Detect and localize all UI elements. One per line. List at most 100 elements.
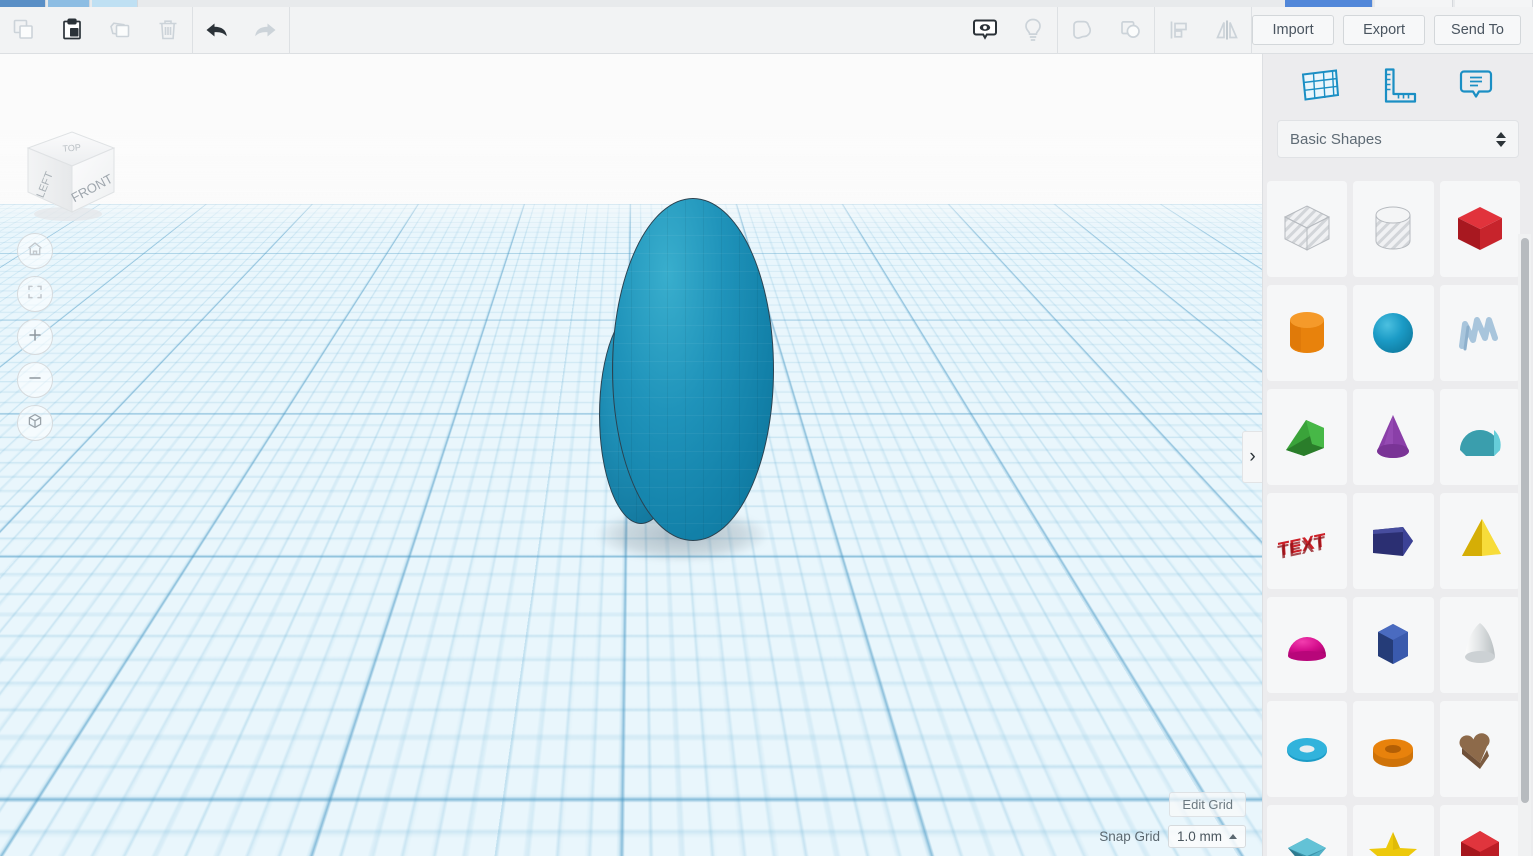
snap-grid-select[interactable]: 1.0 mm (1167, 825, 1246, 848)
edit-tool-group (0, 6, 193, 54)
export-button[interactable]: Export (1343, 15, 1426, 45)
chevron-updown-icon (1496, 131, 1506, 147)
panel-tab-bar (1263, 54, 1533, 120)
copy-button[interactable] (0, 7, 48, 54)
projection-toggle-button[interactable] (17, 405, 53, 441)
group-tool-group (1058, 6, 1156, 54)
shape-wedge-navy[interactable] (1353, 493, 1434, 589)
snap-grid-row: Snap Grid 1.0 mm (1099, 825, 1246, 848)
shape-text-red[interactable]: TEXT TEXT (1267, 493, 1348, 589)
shape-polyhedron-red[interactable] (1439, 805, 1520, 856)
shape-torus-blue[interactable] (1267, 701, 1348, 797)
shape-sphere-blue[interactable] (1353, 285, 1434, 381)
view-cube[interactable]: TOP LEFT FRONT (16, 124, 120, 226)
mesh-facets (613, 199, 773, 540)
collapse-panel-button[interactable]: › (1242, 431, 1262, 483)
panel-scrollbar-thumb[interactable] (1521, 238, 1529, 803)
mirror-icon (1213, 17, 1241, 43)
shape-cylinder-hole[interactable] (1353, 181, 1434, 277)
workplane-grid (0, 54, 1262, 204)
paste-icon (59, 17, 85, 43)
group-button[interactable] (1058, 7, 1106, 54)
shape-heart-brown[interactable] (1439, 701, 1520, 797)
home-icon (26, 240, 44, 263)
viewcube-top-label: TOP (62, 142, 81, 154)
duplicate-icon (107, 17, 133, 43)
shape-category-value: Basic Shapes (1290, 130, 1382, 148)
navigation-buttons (17, 233, 53, 441)
viewport-canvas[interactable]: TOP LEFT FRONT Edit Grid Snap Grid 1.0 m… (0, 54, 1262, 856)
snap-grid-value: 1.0 mm (1176, 829, 1222, 844)
panel-tab-notes[interactable] (1450, 64, 1502, 110)
shape-tube-orange[interactable] (1353, 701, 1434, 797)
undo-button[interactable] (193, 7, 241, 54)
shape-roof-green[interactable] (1267, 389, 1348, 485)
show-hide-button[interactable] (961, 7, 1009, 54)
tinkercad-editor: Import Export Send To TOP LEFT FRONT Edi… (0, 0, 1533, 856)
shape-grid: TEXT TEXT (1263, 175, 1533, 856)
shape-hexprism-blue[interactable] (1353, 597, 1434, 693)
plus-icon (26, 326, 44, 349)
shape-halfsphere-pink[interactable] (1267, 597, 1348, 693)
align-button[interactable] (1155, 7, 1203, 54)
ruler-icon (1376, 65, 1420, 110)
shape-paraboloid-white[interactable] (1439, 597, 1520, 693)
shape-scribble[interactable] (1439, 285, 1520, 381)
browser-tab[interactable] (1375, 0, 1453, 7)
shapes-panel: Basic Shapes TEXT TEXT (1262, 54, 1533, 856)
duplicate-button[interactable] (96, 7, 144, 54)
ellipsoid-large[interactable] (612, 198, 774, 541)
copy-icon (11, 17, 37, 43)
history-tool-group (193, 6, 290, 54)
ungroup-shapes-icon (1116, 16, 1144, 44)
import-button[interactable]: Import (1252, 15, 1335, 45)
mirror-button[interactable] (1203, 7, 1251, 54)
minus-icon (26, 369, 44, 392)
shape-cone-purple[interactable] (1353, 389, 1434, 485)
paste-button[interactable] (48, 7, 96, 54)
shape-cylinder-orange[interactable] (1267, 285, 1348, 381)
shape-category-select[interactable]: Basic Shapes (1277, 120, 1519, 158)
light-button[interactable] (1009, 7, 1057, 54)
zoom-out-button[interactable] (17, 362, 53, 398)
fit-view-button[interactable] (17, 276, 53, 312)
shape-pyramid-yellow[interactable] (1439, 493, 1520, 589)
delete-button[interactable] (144, 7, 192, 54)
browser-tab[interactable] (1285, 0, 1373, 7)
arrange-tool-group (1155, 6, 1253, 54)
browser-tab[interactable] (1455, 0, 1533, 7)
grid-controls: Edit Grid Snap Grid 1.0 mm (1099, 792, 1246, 848)
panel-scrollbar[interactable] (1518, 234, 1531, 856)
workplane-grid-icon (1298, 65, 1342, 110)
ungroup-button[interactable] (1106, 7, 1154, 54)
shape-star-yellow[interactable] (1353, 805, 1434, 856)
align-icon (1166, 17, 1192, 43)
shape-box-hole[interactable] (1267, 181, 1348, 277)
shape-category-wrap: Basic Shapes (1263, 120, 1533, 158)
view-tool-group (961, 6, 1059, 54)
redo-button[interactable] (241, 7, 289, 54)
edit-grid-button[interactable]: Edit Grid (1169, 792, 1246, 817)
undo-arrow-icon (202, 17, 232, 43)
shape-box-red[interactable] (1439, 181, 1520, 277)
toolbar-actions: Import Export Send To (1252, 15, 1533, 45)
home-view-button[interactable] (17, 233, 53, 269)
fit-frame-icon (26, 283, 44, 306)
shape-halfcyl-cyan[interactable] (1439, 389, 1520, 485)
panel-tab-workplane[interactable] (1294, 64, 1346, 110)
eye-bubble-icon (970, 15, 1000, 45)
group-shapes-icon (1068, 16, 1096, 44)
caret-up-icon (1229, 834, 1237, 839)
cube-arrow-icon (26, 412, 44, 435)
snap-grid-label: Snap Grid (1099, 829, 1160, 844)
redo-arrow-icon (250, 17, 280, 43)
panel-tab-ruler[interactable] (1372, 64, 1424, 110)
zoom-in-button[interactable] (17, 319, 53, 355)
lightbulb-icon (1020, 16, 1046, 44)
top-toolbar: Import Export Send To (0, 6, 1533, 54)
trash-icon (155, 17, 181, 43)
send-to-button[interactable]: Send To (1434, 15, 1521, 45)
shape-diamond-teal[interactable] (1267, 805, 1348, 856)
note-bubble-icon (1454, 65, 1498, 110)
